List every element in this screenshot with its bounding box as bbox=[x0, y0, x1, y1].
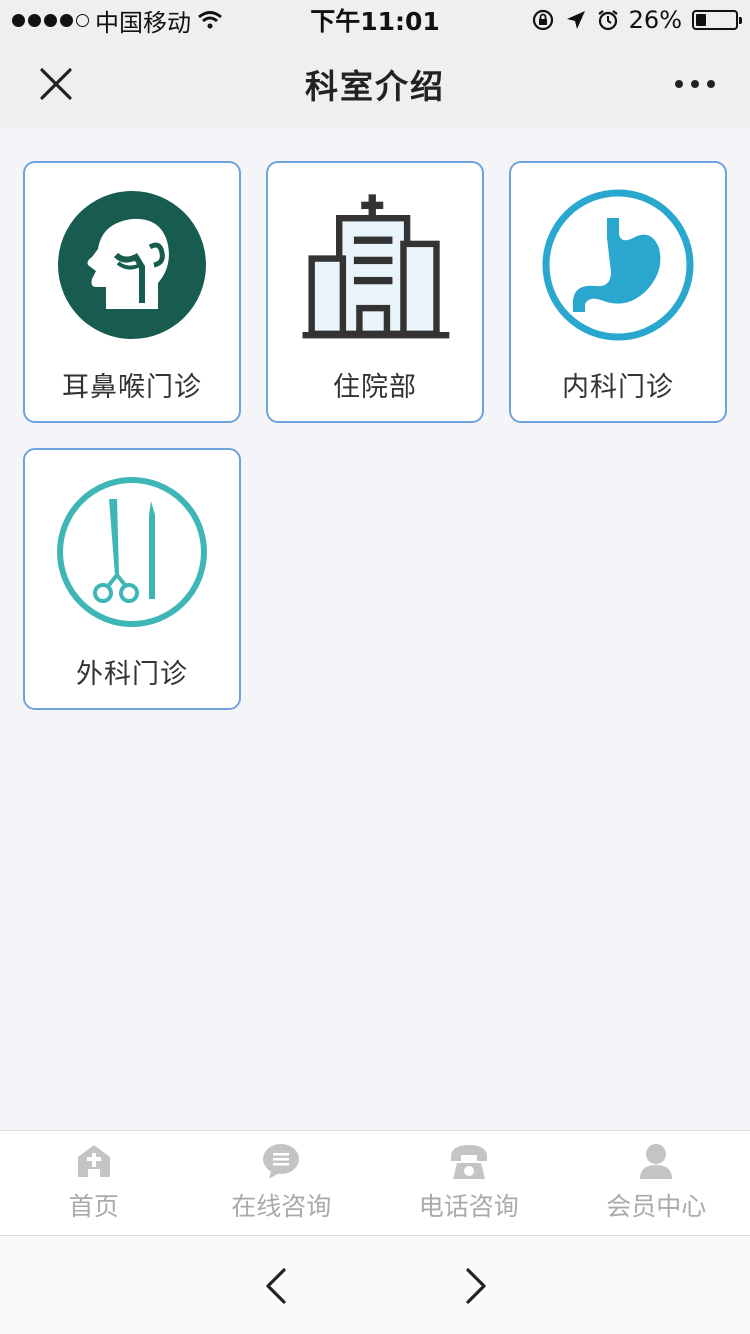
department-card-inpatient[interactable]: 住院部 bbox=[266, 161, 484, 423]
tab-phone-consult[interactable]: 电话咨询 bbox=[375, 1131, 563, 1235]
phone-icon bbox=[450, 1145, 487, 1179]
hospital-building-icon bbox=[302, 194, 450, 339]
ent-head-icon bbox=[58, 191, 206, 339]
battery-icon bbox=[692, 10, 742, 30]
bottom-tab-bar: 首页 在线咨询 电话咨询 会员中心 bbox=[0, 1130, 750, 1235]
rotation-lock-icon bbox=[532, 9, 553, 31]
tab-home[interactable]: 首页 bbox=[0, 1131, 188, 1235]
location-icon bbox=[566, 11, 585, 29]
chat-icon bbox=[263, 1144, 300, 1179]
home-icon bbox=[77, 1145, 110, 1177]
forward-arrow-icon[interactable] bbox=[460, 1266, 490, 1306]
page-title: 科室介绍 bbox=[305, 67, 445, 106]
tab-label: 会员中心 bbox=[606, 1192, 707, 1221]
department-card-internal-medicine[interactable]: 内科门诊 bbox=[509, 161, 727, 423]
carrier-name: 中国移动 bbox=[95, 8, 191, 37]
department-card-surgery[interactable]: 外科门诊 bbox=[23, 448, 241, 710]
more-icon[interactable] bbox=[670, 72, 720, 96]
department-label: 住院部 bbox=[333, 372, 417, 403]
user-icon bbox=[640, 1144, 673, 1179]
navigation-bar: 科室介绍 bbox=[0, 40, 750, 128]
tab-label: 首页 bbox=[68, 1192, 119, 1221]
alarm-icon bbox=[597, 10, 618, 31]
close-icon[interactable] bbox=[36, 64, 76, 104]
clock: 下午11:01 bbox=[310, 7, 440, 36]
status-bar: 中国移动 下午11:01 26% bbox=[0, 0, 750, 40]
department-label: 内科门诊 bbox=[562, 372, 674, 403]
surgical-tools-icon bbox=[57, 477, 207, 627]
back-arrow-icon[interactable] bbox=[262, 1266, 292, 1306]
department-card-ent[interactable]: 耳鼻喉门诊 bbox=[23, 161, 241, 423]
department-label: 耳鼻喉门诊 bbox=[62, 372, 202, 403]
wifi-icon bbox=[198, 11, 222, 29]
tab-member-center[interactable]: 会员中心 bbox=[563, 1131, 750, 1235]
tab-label: 电话咨询 bbox=[418, 1192, 519, 1221]
browser-navigation-bar bbox=[0, 1235, 750, 1334]
stomach-icon bbox=[542, 189, 694, 341]
department-label: 外科门诊 bbox=[76, 659, 188, 690]
tab-online-consult[interactable]: 在线咨询 bbox=[188, 1131, 376, 1235]
tab-label: 在线咨询 bbox=[231, 1192, 332, 1221]
signal-strength-icon bbox=[12, 13, 89, 27]
battery-percent: 26% bbox=[628, 6, 682, 34]
